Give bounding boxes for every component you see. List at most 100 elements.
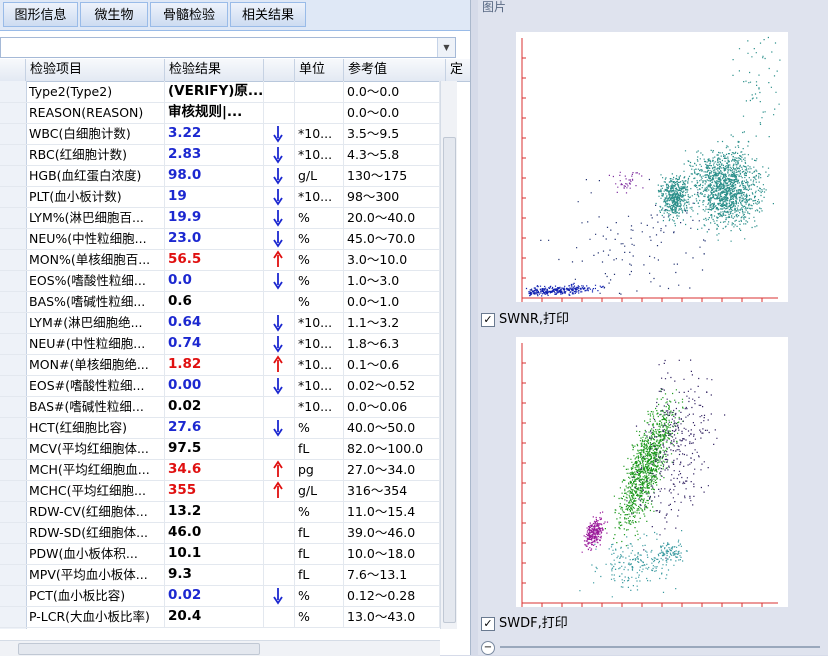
- table-row[interactable]: EOS%(嗜酸性粒细... 0.0% 1.0～3.0: [0, 270, 440, 292]
- image-pane: 图片 ✓ SWNR,打印 ✓ SWDF,打印 −: [478, 0, 828, 655]
- tab-microbiology[interactable]: 微生物: [80, 2, 148, 27]
- tab-graph-info[interactable]: 图形信息: [3, 2, 78, 27]
- arrow-down-icon: [273, 126, 283, 143]
- flag-cell: [264, 333, 295, 354]
- zoom-slider-track[interactable]: [500, 646, 820, 648]
- table-row[interactable]: RBC(红细胞计数) 2.83 *10... 4.3～5.8: [0, 144, 440, 166]
- table-row[interactable]: HCT(红细胞比容) 27.6% 40.0～50.0: [0, 417, 440, 439]
- swnr-print-checkbox[interactable]: ✓: [481, 313, 495, 327]
- table-row[interactable]: NEU#(中性粒细胞... 0.74 *10... 1.8～6.3: [0, 333, 440, 355]
- reference-cell: 3.5～9.5: [344, 123, 440, 144]
- scatter-cluster: [655, 165, 696, 227]
- table-row[interactable]: EOS#(嗜酸性粒细... 0.00 *10... 0.02～0.52: [0, 375, 440, 397]
- item-cell: WBC(白细胞计数): [26, 123, 165, 144]
- tab-bone-marrow[interactable]: 骨髓检验: [150, 2, 228, 27]
- arrow-down-icon: [273, 189, 283, 206]
- flag-cell: [264, 123, 295, 144]
- result-cell: 0.64: [165, 312, 264, 333]
- table-row[interactable]: LYM#(淋巴细胞绝... 0.64 *10... 1.1～3.2: [0, 312, 440, 334]
- filter-dropdown[interactable]: ▼: [0, 37, 456, 58]
- column-header-reference[interactable]: 参考值: [344, 59, 446, 81]
- zoom-out-icon[interactable]: −: [481, 641, 495, 655]
- result-cell: 0.02: [165, 585, 264, 606]
- table-row[interactable]: P-LCR(大血小板比率) 20.4% 13.0～43.0: [0, 606, 440, 628]
- item-cell: BAS%(嗜碱性粒细...: [26, 291, 165, 312]
- chevron-down-icon[interactable]: ▼: [437, 38, 455, 57]
- flag-cell: [264, 501, 295, 522]
- horizontal-scroll-thumb[interactable]: [18, 643, 260, 655]
- table-row[interactable]: MCHC(平均红细胞... 355 g/L 316～354: [0, 480, 440, 502]
- reference-cell: 3.0～10.0: [344, 249, 440, 270]
- reference-cell: 39.0～46.0: [344, 522, 440, 543]
- result-cell: 46.0: [165, 522, 264, 543]
- vertical-scroll-thumb[interactable]: [443, 137, 456, 623]
- flag-cell: [264, 480, 295, 501]
- vertical-scrollbar[interactable]: [440, 81, 457, 629]
- table-row[interactable]: PDW(血小板体积... 10.1 fL 10.0～18.0: [0, 543, 440, 565]
- result-cell: 0.6: [165, 291, 264, 312]
- column-header-result[interactable]: 检验结果: [165, 59, 264, 81]
- table-row[interactable]: RDW-CV(红细胞体... 13.2% 11.0～15.4: [0, 501, 440, 523]
- reference-cell: 11.0～15.4: [344, 501, 440, 522]
- flag-cell: [264, 396, 295, 417]
- results-grid: 检验项目 检验结果 单位 参考值 定 Type2(Type2) (VERIFY)原…: [0, 59, 470, 629]
- result-cell: 19: [165, 186, 264, 207]
- table-row[interactable]: REASON(REASON) 审核规则|... 0.0～0.0: [0, 102, 440, 124]
- unit-cell: %: [295, 270, 344, 291]
- table-row[interactable]: MCV(平均红细胞体... 97.5 fL 82.0～100.0: [0, 438, 440, 460]
- item-cell: LYM%(淋巴细胞百...: [26, 207, 165, 228]
- column-header-unit[interactable]: 单位: [295, 59, 344, 81]
- reference-cell: 20.0～40.0: [344, 207, 440, 228]
- result-cell: 审核规则|...: [165, 102, 264, 123]
- result-cell: (VERIFY)原...: [165, 81, 264, 102]
- plot-axes: [521, 343, 778, 607]
- item-cell: MON#(单核细胞绝...: [26, 354, 165, 375]
- item-cell: PLT(血小板计数): [26, 186, 165, 207]
- table-row[interactable]: BAS#(嗜碱性粒细... 0.02 *10... 0.0～0.06: [0, 396, 440, 418]
- unit-cell: %: [295, 417, 344, 438]
- tab-related-results[interactable]: 相关结果: [230, 2, 306, 27]
- table-row[interactable]: BAS%(嗜碱性粒细... 0.6% 0.0～1.0: [0, 291, 440, 313]
- table-row[interactable]: NEU%(中性粒细胞... 23.0% 45.0～70.0: [0, 228, 440, 250]
- table-row[interactable]: MON%(单核细胞百... 56.5% 3.0～10.0: [0, 249, 440, 271]
- table-row[interactable]: WBC(白细胞计数) 3.22 *10... 3.5～9.5: [0, 123, 440, 145]
- arrow-down-icon: [273, 231, 283, 248]
- table-row[interactable]: RDW-SD(红细胞体... 46.0 fL 39.0～46.0: [0, 522, 440, 544]
- table-row[interactable]: MPV(平均血小板体... 9.3 fL 7.6～13.1: [0, 564, 440, 586]
- column-header-extra[interactable]: 定: [446, 59, 470, 81]
- result-cell: 23.0: [165, 228, 264, 249]
- unit-cell: [295, 102, 344, 123]
- item-cell: RDW-CV(红细胞体...: [26, 501, 165, 522]
- flag-cell: [264, 207, 295, 228]
- table-row[interactable]: PCT(血小板比容) 0.02% 0.12～0.28: [0, 585, 440, 607]
- unit-cell: *10...: [295, 333, 344, 354]
- unit-cell: *10...: [295, 312, 344, 333]
- item-cell: MCH(平均红细胞血...: [26, 459, 165, 480]
- item-cell: NEU#(中性粒细胞...: [26, 333, 165, 354]
- table-row[interactable]: MCH(平均红细胞血... 34.6 pg 27.0～34.0: [0, 459, 440, 481]
- flag-cell: [264, 312, 295, 333]
- table-row[interactable]: MON#(单核细胞绝... 1.82 *10... 0.1～0.6: [0, 354, 440, 376]
- reference-cell: 82.0～100.0: [344, 438, 440, 459]
- item-cell: BAS#(嗜碱性粒细...: [26, 396, 165, 417]
- scatter-cluster: [581, 511, 609, 553]
- table-row[interactable]: Type2(Type2) (VERIFY)原... 0.0～0.0: [0, 81, 440, 103]
- horizontal-scrollbar[interactable]: [0, 640, 440, 656]
- unit-cell: fL: [295, 522, 344, 543]
- table-row[interactable]: PLT(血小板计数) 19 *10... 98～300: [0, 186, 440, 208]
- reference-cell: 130～175: [344, 165, 440, 186]
- result-cell: 0.74: [165, 333, 264, 354]
- arrow-up-icon: [273, 355, 283, 372]
- table-row[interactable]: LYM%(淋巴细胞百... 19.9% 20.0～40.0: [0, 207, 440, 229]
- arrow-down-icon: [273, 273, 283, 290]
- reference-cell: 0.12～0.28: [344, 585, 440, 606]
- column-header-item[interactable]: 检验项目: [26, 59, 165, 81]
- flag-cell: [264, 354, 295, 375]
- item-cell: PDW(血小板体积...: [26, 543, 165, 564]
- table-row[interactable]: HGB(血红蛋白浓度) 98.0 g/L 130～175: [0, 165, 440, 187]
- column-header-flag[interactable]: [264, 59, 295, 81]
- swdf-print-checkbox[interactable]: ✓: [481, 617, 495, 631]
- swdf-print-label: SWDF,打印: [499, 616, 568, 631]
- reference-cell: 1.1～3.2: [344, 312, 440, 333]
- result-cell: 0.00: [165, 375, 264, 396]
